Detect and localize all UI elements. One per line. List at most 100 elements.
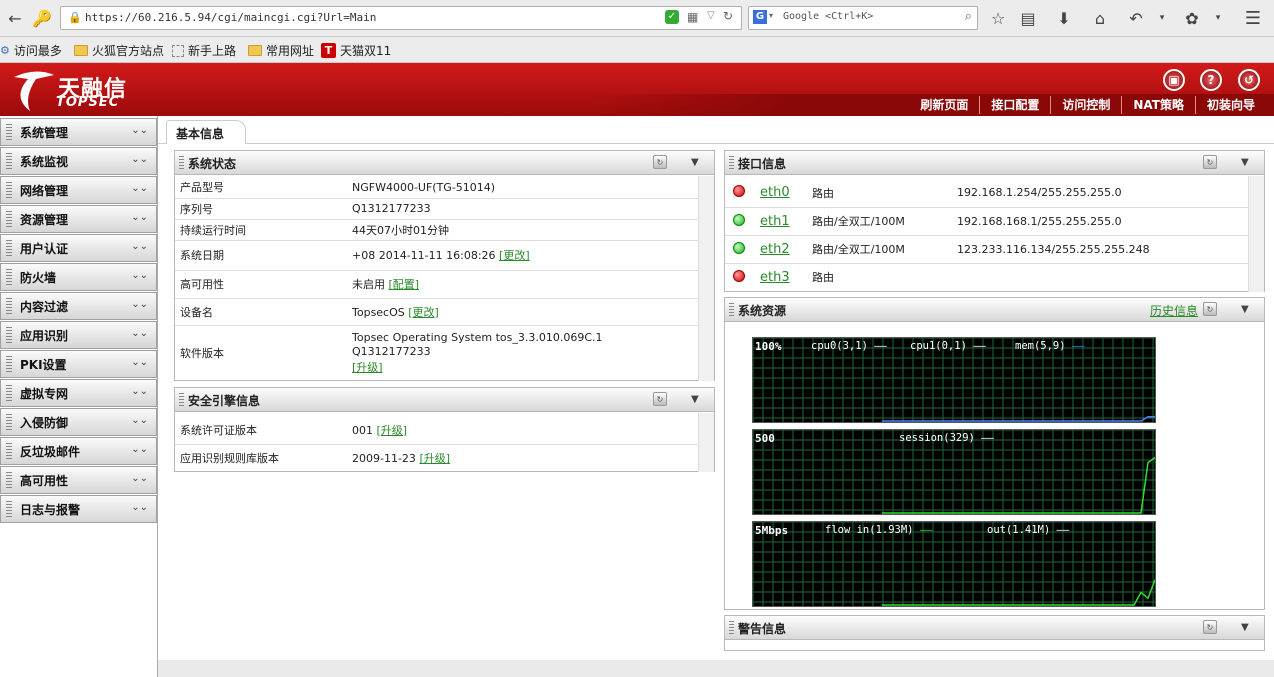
- upgrade-software-link[interactable]: [升级]: [352, 361, 383, 375]
- bookmark-most-visited[interactable]: ⚙ 访问最多: [0, 42, 62, 59]
- row-value-text: 未启用: [352, 278, 385, 291]
- qr-icon[interactable]: ▦: [687, 10, 698, 24]
- row-value: Topsec Operating System tos_3.3.010.069C…: [347, 325, 698, 381]
- nav-setup-wizard[interactable]: 初装向导: [1194, 96, 1266, 114]
- legend-flow-out: out(1.41M) ——: [987, 524, 1070, 536]
- interface-link-eth3[interactable]: eth3: [760, 270, 790, 285]
- table-row: 应用识别规则库版本 2009-11-23 [升级]: [175, 444, 698, 472]
- sidebar-item-network[interactable]: 网络管理 ⌄⌄: [0, 176, 157, 204]
- status-up-icon: [733, 241, 745, 254]
- chevron-down-icon[interactable]: ▾: [1206, 6, 1230, 30]
- shield-icon[interactable]: ✓: [665, 10, 679, 24]
- logout-icon[interactable]: ↺: [1238, 69, 1260, 91]
- graph-scale: 500: [755, 432, 775, 445]
- change-date-link[interactable]: [更改]: [499, 249, 530, 262]
- url-bar[interactable]: 🔒 https://60.216.5.94/cgi/maincgi.cgi?Ur…: [60, 6, 742, 30]
- chevron-down-icon[interactable]: ▾: [1150, 6, 1174, 30]
- sidebar-item-ips[interactable]: 入侵防御 ⌄⌄: [0, 408, 157, 436]
- back-icon[interactable]: ←: [3, 6, 27, 30]
- save-icon[interactable]: ▣: [1163, 69, 1185, 91]
- upgrade-rules-link[interactable]: [升级]: [419, 452, 450, 465]
- refresh-icon[interactable]: ↻: [1203, 620, 1217, 634]
- session-graph: 500 session(329) ——: [752, 429, 1156, 515]
- chevron-down-icon: ⌄⌄: [131, 299, 148, 310]
- refresh-icon[interactable]: ↻: [653, 155, 667, 169]
- sidebar-item-firewall[interactable]: 防火墙 ⌄⌄: [0, 263, 157, 291]
- row-value-text: 2009-11-23: [352, 452, 416, 466]
- nav-refresh[interactable]: 刷新页面: [909, 96, 979, 114]
- row-value: +08 2014-11-11 16:08:26 [更改]: [347, 240, 698, 271]
- collapse-icon[interactable]: ▼: [1241, 304, 1249, 315]
- graph-canvas: [753, 522, 1155, 606]
- row-value: 2009-11-23 [升级]: [347, 444, 698, 472]
- row-key: 高可用性: [175, 270, 347, 299]
- nav-nat-policy[interactable]: NAT策略: [1121, 96, 1195, 114]
- sidebar-item-content-filter[interactable]: 内容过滤 ⌄⌄: [0, 292, 157, 320]
- table-row: 序列号 Q1312177233: [175, 198, 698, 220]
- collapse-icon[interactable]: ▼: [691, 394, 699, 405]
- sidebar-item-label: 防火墙: [20, 270, 57, 285]
- search-icon[interactable]: ⌕: [965, 9, 972, 24]
- grip-icon: [729, 303, 734, 317]
- interface-link-eth0[interactable]: eth0: [760, 185, 790, 200]
- collapse-icon[interactable]: ▼: [1241, 622, 1249, 633]
- panel-title: 警告信息: [738, 622, 787, 636]
- configure-ha-link[interactable]: [配置]: [389, 278, 420, 291]
- sidebar-item-logs[interactable]: 日志与报警 ⌄⌄: [0, 495, 157, 523]
- interface-link-eth2[interactable]: eth2: [760, 242, 790, 257]
- refresh-icon[interactable]: ↻: [1203, 155, 1217, 169]
- star-icon[interactable]: ☆: [986, 6, 1010, 30]
- refresh-icon[interactable]: ↻: [1203, 302, 1217, 316]
- search-bar[interactable]: G ▾ Google <Ctrl+K> ⌕: [748, 6, 978, 30]
- chevron-down-icon[interactable]: ▾: [769, 11, 773, 20]
- row-value: 44天07小时01分钟: [347, 219, 698, 241]
- upgrade-license-link[interactable]: [升级]: [377, 424, 408, 437]
- search-input[interactable]: Google <Ctrl+K>: [783, 11, 873, 22]
- history-link[interactable]: 历史信息: [1150, 302, 1198, 319]
- change-name-link[interactable]: [更改]: [408, 306, 439, 319]
- addon-icon[interactable]: ✿: [1180, 6, 1204, 30]
- sidebar-item-ha[interactable]: 高可用性 ⌄⌄: [0, 466, 157, 494]
- table-row: 产品型号 NGFW4000-UF(TG-51014): [175, 177, 698, 199]
- bookmark-common[interactable]: 常用网址: [248, 42, 314, 59]
- refresh-icon[interactable]: ↻: [653, 392, 667, 406]
- bookmark-getting-started[interactable]: 新手上路: [172, 42, 236, 59]
- undo-icon[interactable]: ↶: [1124, 6, 1148, 30]
- top-nav: 刷新页面 接口配置 访问控制 NAT策略 初装向导: [909, 96, 1266, 114]
- sidebar-item-vpn[interactable]: 虚拟专网 ⌄⌄: [0, 379, 157, 407]
- sidebar-item-system-monitor[interactable]: 系统监视 ⌄⌄: [0, 147, 157, 175]
- collapse-icon[interactable]: ▼: [1241, 157, 1249, 168]
- tools-icon[interactable]: 🔑: [30, 6, 54, 30]
- download-icon[interactable]: ⬇: [1052, 6, 1076, 30]
- reader-icon[interactable]: ▤: [1016, 6, 1040, 30]
- sidebar-item-label: 系统监视: [20, 154, 69, 169]
- nav-interface-config[interactable]: 接口配置: [979, 96, 1050, 114]
- scrollbar[interactable]: [698, 413, 714, 472]
- sidebar-item-app-identify[interactable]: 应用识别 ⌄⌄: [0, 321, 157, 349]
- search-engine-icon[interactable]: G: [753, 10, 767, 24]
- sidebar-item-user-auth[interactable]: 用户认证 ⌄⌄: [0, 234, 157, 262]
- collapse-icon[interactable]: ▼: [691, 157, 699, 168]
- dropdown-icon[interactable]: ▽: [707, 10, 715, 21]
- scrollbar[interactable]: [1248, 176, 1264, 292]
- sidebar-item-antispam[interactable]: 反垃圾邮件 ⌄⌄: [0, 437, 157, 465]
- sidebar-item-system-management[interactable]: 系统管理 ⌄⌄: [0, 118, 157, 146]
- reload-icon[interactable]: ↻: [723, 9, 733, 23]
- sidebar-item-label: 虚拟专网: [20, 386, 69, 401]
- interface-link-eth1[interactable]: eth1: [760, 214, 790, 229]
- tab-basic-info[interactable]: 基本信息: [166, 120, 246, 144]
- panel-header: 警告信息 ↻ ▼: [725, 616, 1264, 640]
- help-icon[interactable]: ?: [1200, 69, 1222, 91]
- nav-access-control[interactable]: 访问控制: [1050, 96, 1121, 114]
- bookmark-firefox[interactable]: 火狐官方站点: [74, 42, 164, 59]
- row-value-text: TopsecOS: [352, 305, 405, 319]
- table-row: eth3 路由: [725, 263, 1248, 291]
- sidebar-item-resources[interactable]: 资源管理 ⌄⌄: [0, 205, 157, 233]
- home-icon[interactable]: ⌂: [1088, 6, 1112, 30]
- sidebar-item-pki[interactable]: PKI设置 ⌄⌄: [0, 350, 157, 378]
- bookmark-tmall[interactable]: T 天猫双11: [321, 42, 391, 59]
- menu-icon[interactable]: ☰: [1241, 6, 1265, 30]
- scrollbar[interactable]: [698, 176, 714, 381]
- chevron-down-icon: ⌄⌄: [131, 386, 148, 397]
- table-row: eth0 路由 192.168.1.254/255.255.255.0: [725, 179, 1248, 208]
